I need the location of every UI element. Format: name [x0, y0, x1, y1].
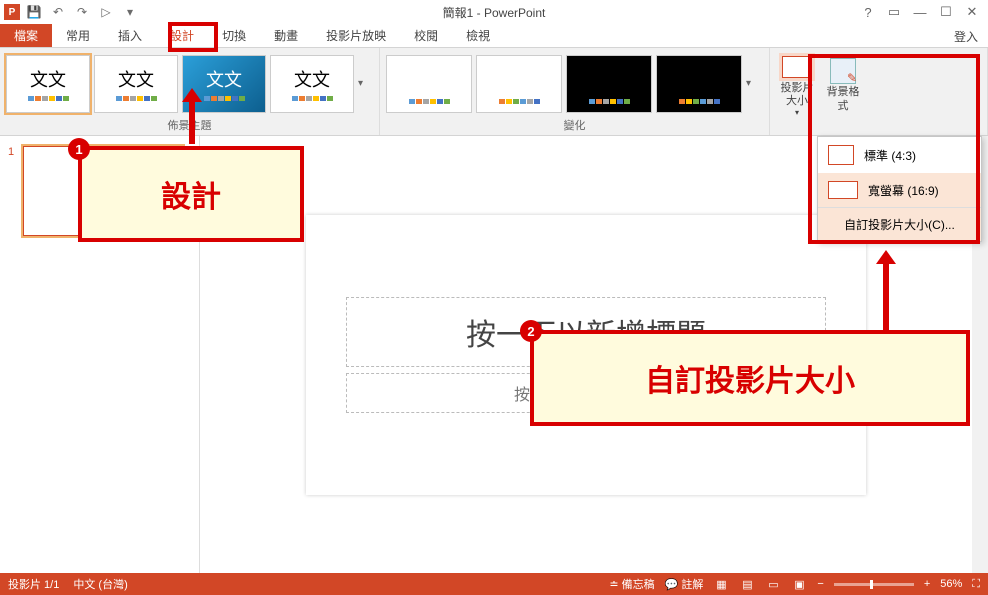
theme-thumb[interactable]: 文文 [270, 55, 354, 113]
save-icon[interactable]: 💾 [24, 2, 44, 22]
tab-review[interactable]: 校閱 [400, 24, 452, 47]
ribbon-options-icon[interactable]: ▭ [882, 2, 906, 22]
title-bar: P 💾 ↶ ↷ ▷ ▾ 簡報1 - PowerPoint ? ▭ — ☐ ✕ [0, 0, 988, 24]
window-title: 簡報1 - PowerPoint [443, 4, 546, 21]
slide: 按一下以新增標題 按一下以新增副標題 [306, 215, 866, 495]
fit-to-window-icon[interactable]: ⛶ [972, 578, 980, 591]
tab-file[interactable]: 檔案 [0, 24, 52, 47]
zoom-in-icon[interactable]: + [924, 578, 930, 590]
reading-view-icon[interactable]: ▭ [765, 577, 781, 591]
tab-home[interactable]: 常用 [52, 24, 104, 47]
theme-thumb[interactable]: 文文 [6, 55, 90, 113]
variant-thumb[interactable] [656, 55, 742, 113]
group-themes-label: 佈景主題 [6, 115, 373, 133]
subtitle-placeholder[interactable]: 按一下以新增副標題 [346, 373, 826, 413]
variants-more-icon[interactable]: ▾ [746, 78, 751, 89]
comments-button[interactable]: 💬 註解 [665, 576, 704, 592]
group-variants-label: 變化 [386, 115, 763, 133]
language-indicator[interactable]: 中文 (台灣) [73, 576, 127, 592]
themes-more-icon[interactable]: ▾ [358, 78, 363, 89]
zoom-out-icon[interactable]: − [817, 578, 823, 590]
close-icon[interactable]: ✕ [960, 2, 984, 22]
normal-view-icon[interactable]: ▦ [713, 577, 729, 591]
size-custom-item[interactable]: 自訂投影片大小(C)... [818, 207, 981, 241]
ribbon: 文文 文文 文文 文文 ▾ 佈景主題 ▾ 變化 投影片大小 ▾ 背景格式 [0, 48, 988, 136]
tab-transition[interactable]: 切換 [208, 24, 260, 47]
tab-design[interactable]: 設計 [156, 24, 208, 47]
zoom-slider[interactable] [834, 583, 914, 586]
slideshow-view-icon[interactable]: ▣ [791, 577, 807, 591]
slide-thumb-number: 1 [8, 146, 14, 158]
qat-more-icon[interactable]: ▾ [120, 2, 140, 22]
slide-size-menu: 標準 (4:3) 寬螢幕 (16:9) 自訂投影片大小(C)... [817, 136, 982, 242]
variant-thumb[interactable] [386, 55, 472, 113]
size-standard-item[interactable]: 標準 (4:3) [818, 137, 981, 173]
slide-size-button[interactable]: 投影片大小 ▾ [776, 54, 818, 118]
tab-animation[interactable]: 動畫 [260, 24, 312, 47]
login-link[interactable]: 登入 [954, 28, 978, 45]
background-format-button[interactable]: 背景格式 [822, 58, 864, 112]
theme-thumb[interactable]: 文文 [182, 55, 266, 113]
minimize-icon[interactable]: — [908, 2, 932, 22]
tab-view[interactable]: 檢視 [452, 24, 504, 47]
tab-insert[interactable]: 插入 [104, 24, 156, 47]
size-wide-item[interactable]: 寬螢幕 (16:9) [818, 173, 981, 207]
slide-thumbnail[interactable] [23, 146, 183, 236]
maximize-icon[interactable]: ☐ [934, 2, 958, 22]
help-icon[interactable]: ? [856, 2, 880, 22]
variant-thumb[interactable] [566, 55, 652, 113]
zoom-level[interactable]: 56% [940, 578, 962, 590]
redo-icon[interactable]: ↷ [72, 2, 92, 22]
start-show-icon[interactable]: ▷ [96, 2, 116, 22]
ribbon-tabs: 檔案 常用 插入 設計 切換 動畫 投影片放映 校閱 檢視 登入 [0, 24, 988, 48]
undo-icon[interactable]: ↶ [48, 2, 68, 22]
aspect-4-3-icon [828, 145, 854, 165]
sorter-view-icon[interactable]: ▤ [739, 577, 755, 591]
theme-thumb[interactable]: 文文 [94, 55, 178, 113]
aspect-16-9-icon [828, 181, 858, 199]
notes-button[interactable]: ≐ 備忘稿 [609, 576, 654, 592]
background-format-icon [830, 58, 856, 84]
variant-thumb[interactable] [476, 55, 562, 113]
slide-counter: 投影片 1/1 [8, 576, 59, 592]
app-icon: P [4, 4, 20, 20]
slide-panel: 1 [0, 136, 200, 573]
title-placeholder[interactable]: 按一下以新增標題 [346, 297, 826, 367]
slide-size-icon [782, 56, 812, 78]
tab-slideshow[interactable]: 投影片放映 [312, 24, 400, 47]
status-bar: 投影片 1/1 中文 (台灣) ≐ 備忘稿 💬 註解 ▦ ▤ ▭ ▣ − + 5… [0, 573, 988, 595]
